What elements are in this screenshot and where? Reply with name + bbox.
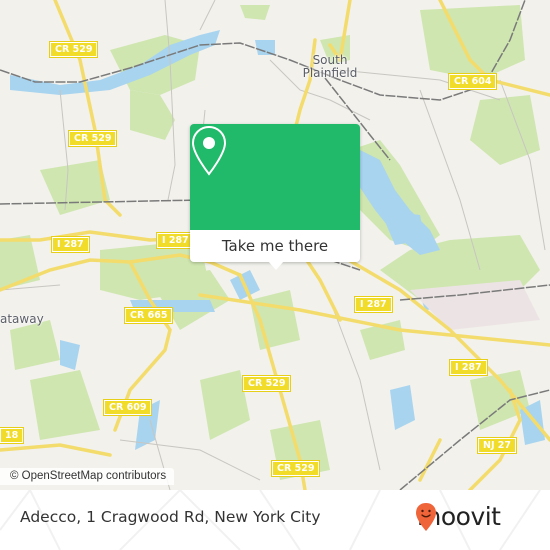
place-label-piscataway: ataway (0, 312, 44, 326)
popup-header[interactable] (190, 124, 360, 230)
location-popup[interactable]: Take me there (190, 124, 360, 270)
road-shield-cr604: CR 604 (447, 73, 498, 90)
moovit-logo[interactable]: moovit (415, 502, 501, 531)
road-shield-i287: I 287 (156, 232, 195, 249)
road-shield-cr529: CR 529 (67, 130, 118, 147)
place-label-south-plainfield: South Plainfield (302, 53, 358, 80)
popup-tail (268, 261, 284, 270)
footer-bar: Adecco, 1 Cragwood Rd, New York City moo… (0, 490, 550, 550)
road-shield-i287: I 287 (51, 236, 90, 253)
moovit-pin-icon (416, 503, 436, 531)
map-view[interactable]: South Plainfield ataway CR 529 CR 529 CR… (0, 0, 550, 490)
road-shield-cr609: CR 609 (102, 399, 153, 416)
road-shield-cr529: CR 529 (241, 375, 292, 392)
road-shield-cr529: CR 529 (48, 41, 99, 58)
road-shield-cr18: 18 (0, 427, 25, 444)
take-me-there-button[interactable]: Take me there (190, 230, 360, 262)
road-shield-i287: I 287 (354, 296, 393, 313)
road-shield-nj27: NJ 27 (476, 437, 518, 454)
map-attribution[interactable]: © OpenStreetMap contributors (0, 468, 175, 485)
address-label: Adecco, 1 Cragwood Rd, New York City (20, 508, 321, 526)
road-shield-cr665: CR 665 (123, 307, 174, 324)
road-shield-cr529: CR 529 (270, 460, 321, 477)
road-shield-i287: I 287 (449, 359, 488, 376)
map-pin-icon (191, 125, 227, 176)
